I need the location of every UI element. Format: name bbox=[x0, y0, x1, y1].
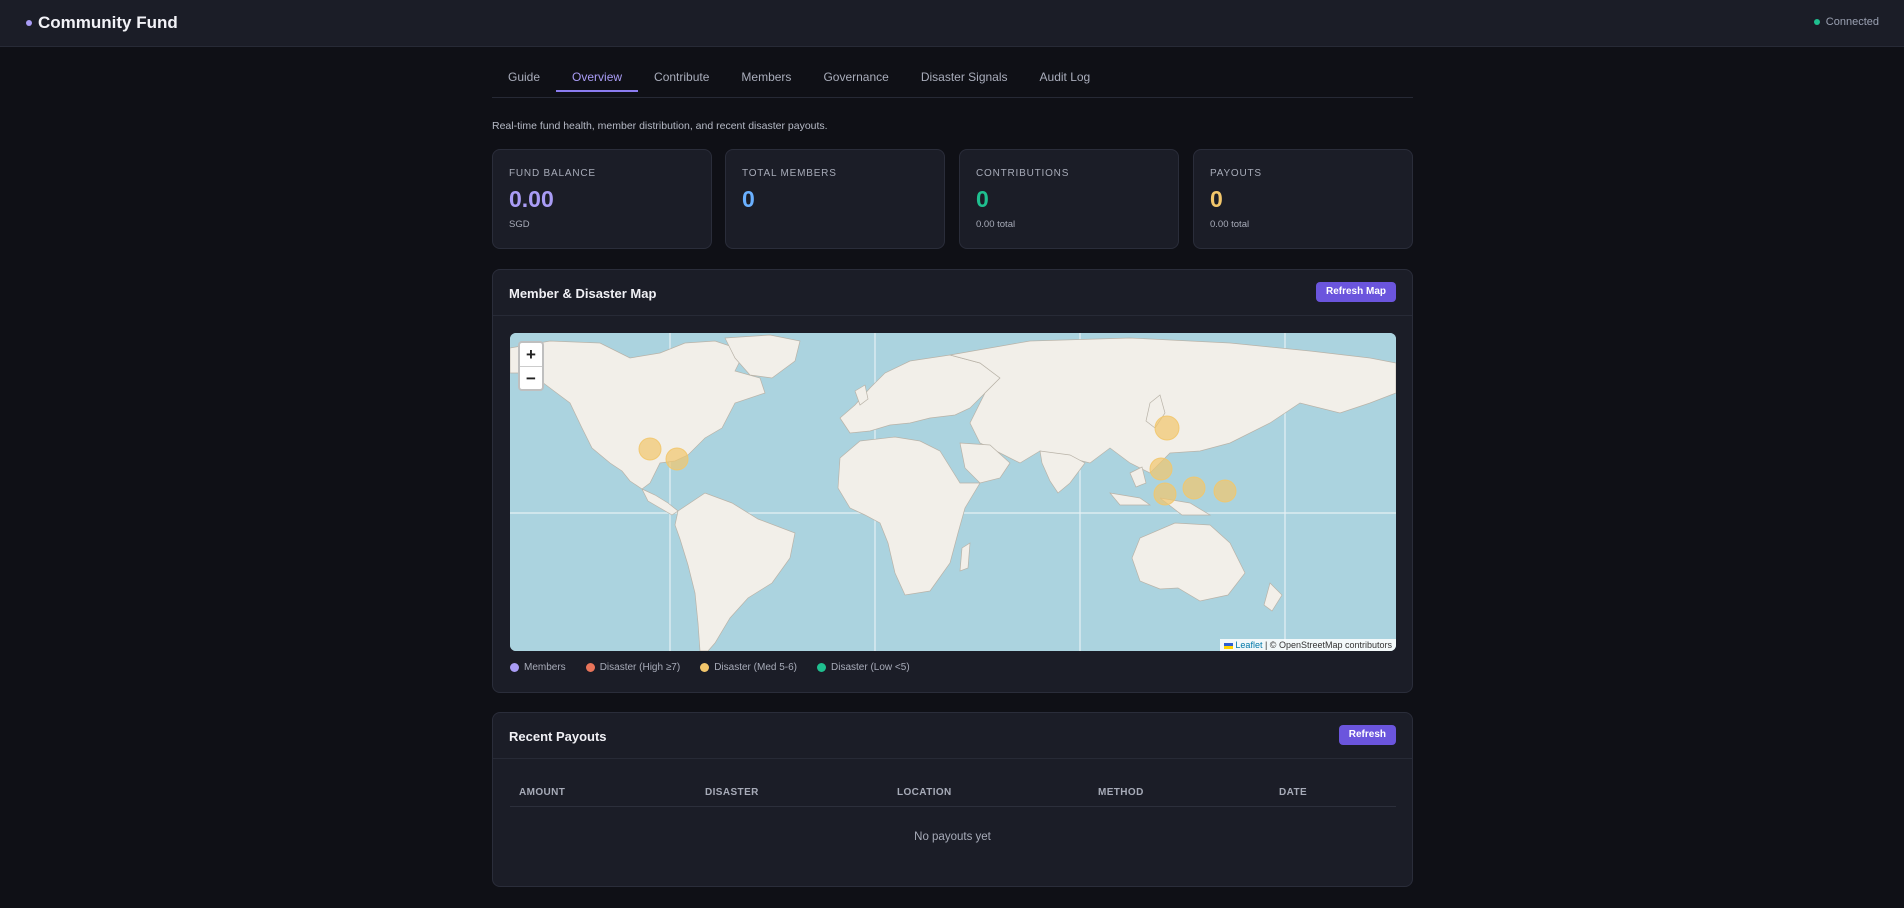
legend-item-med: Disaster (Med 5-6) bbox=[700, 662, 797, 673]
map-panel-header: Member & Disaster Map Refresh Map bbox=[493, 270, 1412, 316]
legend-dot-icon bbox=[585, 663, 595, 672]
page-subtitle: Real-time fund health, member distributi… bbox=[492, 120, 828, 132]
map-panel-title: Member & Disaster Map bbox=[509, 286, 657, 301]
map-legend: Members Disaster (High ≥7) Disaster (Med… bbox=[510, 662, 910, 673]
legend-label: Disaster (High ≥7) bbox=[599, 662, 681, 673]
stat-value: 0 bbox=[742, 186, 755, 212]
column-header-location: LOCATION bbox=[897, 787, 952, 798]
disaster-marker[interactable] bbox=[638, 437, 662, 461]
refresh-map-button[interactable]: Refresh Map bbox=[1315, 282, 1396, 302]
zoom-control: + − bbox=[518, 341, 544, 391]
legend-item-low: Disaster (Low <5) bbox=[817, 662, 910, 673]
column-header-disaster: DISASTER bbox=[705, 787, 759, 798]
status-text: Connected bbox=[1825, 16, 1879, 28]
tab-guide[interactable]: Guide bbox=[492, 60, 556, 92]
legend-label: Disaster (Low <5) bbox=[831, 662, 910, 673]
status-dot-icon bbox=[1813, 19, 1820, 25]
disaster-marker[interactable] bbox=[665, 447, 689, 471]
world-map[interactable]: + − Leaflet | © OpenStreetMap contributo… bbox=[510, 333, 1396, 651]
stat-card-total-members: TOTAL MEMBERS 0 bbox=[725, 149, 945, 249]
stat-value: 0.00 bbox=[509, 186, 554, 212]
disaster-marker[interactable] bbox=[1154, 415, 1180, 441]
disaster-marker[interactable] bbox=[1153, 482, 1177, 506]
stat-value: 0 bbox=[1210, 186, 1223, 212]
tab-contribute[interactable]: Contribute bbox=[638, 60, 725, 92]
payouts-table-header: AMOUNT DISASTER LOCATION METHOD DATE bbox=[510, 781, 1396, 807]
brand: Community Fund bbox=[26, 13, 178, 33]
disaster-marker[interactable] bbox=[1182, 476, 1206, 500]
tab-governance[interactable]: Governance bbox=[807, 60, 904, 92]
column-header-method: METHOD bbox=[1098, 787, 1144, 798]
legend-label: Disaster (Med 5-6) bbox=[714, 662, 798, 673]
payouts-panel: Recent Payouts Refresh AMOUNT DISASTER L… bbox=[492, 712, 1413, 887]
stat-label: TOTAL MEMBERS bbox=[742, 168, 837, 179]
stat-sub: 0.00 total bbox=[976, 219, 1016, 230]
connection-status: Connected bbox=[1813, 16, 1879, 28]
stat-card-fund-balance: FUND BALANCE 0.00 SGD bbox=[492, 149, 712, 249]
brand-dot-icon bbox=[26, 20, 32, 26]
stat-label: CONTRIBUTIONS bbox=[976, 168, 1070, 179]
disaster-marker[interactable] bbox=[1149, 457, 1173, 481]
top-bar: Community Fund Connected bbox=[0, 0, 1904, 47]
disaster-marker[interactable] bbox=[1213, 479, 1237, 503]
attribution-text: | © OpenStreetMap contributors bbox=[1264, 640, 1392, 650]
tab-members[interactable]: Members bbox=[725, 60, 807, 92]
stat-value: 0 bbox=[976, 186, 989, 212]
stat-label: FUND BALANCE bbox=[509, 168, 596, 179]
empty-state-text: No payouts yet bbox=[914, 831, 991, 843]
stat-sub: SGD bbox=[509, 219, 530, 230]
stat-card-contributions: CONTRIBUTIONS 0 0.00 total bbox=[959, 149, 1179, 249]
map-attribution: Leaflet | © OpenStreetMap contributors bbox=[1220, 639, 1396, 651]
ukraine-flag-icon bbox=[1224, 642, 1234, 649]
tab-overview[interactable]: Overview bbox=[556, 60, 639, 92]
map-panel: Member & Disaster Map Refresh Map + − Le… bbox=[492, 269, 1413, 693]
stat-label: PAYOUTS bbox=[1210, 168, 1262, 179]
legend-label: Members bbox=[524, 662, 566, 673]
refresh-payouts-button[interactable]: Refresh bbox=[1338, 725, 1396, 745]
tab-bar: Guide Overview Contribute Members Govern… bbox=[492, 60, 1413, 98]
legend-item-members: Members bbox=[510, 662, 566, 673]
payouts-panel-title: Recent Payouts bbox=[509, 729, 607, 744]
stat-card-payouts: PAYOUTS 0 0.00 total bbox=[1193, 149, 1413, 249]
map-canvas[interactable] bbox=[510, 333, 1396, 651]
column-header-date: DATE bbox=[1279, 787, 1308, 798]
tab-disaster-signals[interactable]: Disaster Signals bbox=[905, 60, 1024, 92]
leaflet-link[interactable]: Leaflet bbox=[1235, 640, 1262, 650]
app-title: Community Fund bbox=[38, 13, 178, 32]
stat-sub: 0.00 total bbox=[1210, 219, 1250, 230]
legend-dot-icon bbox=[817, 663, 827, 672]
zoom-in-button[interactable]: + bbox=[520, 343, 542, 366]
column-header-amount: AMOUNT bbox=[519, 787, 566, 798]
tab-audit-log[interactable]: Audit Log bbox=[1024, 60, 1107, 92]
payouts-panel-header: Recent Payouts Refresh bbox=[493, 713, 1412, 759]
legend-dot-icon bbox=[700, 663, 710, 672]
zoom-out-button[interactable]: − bbox=[520, 366, 542, 389]
legend-item-high: Disaster (High ≥7) bbox=[585, 662, 681, 673]
legend-dot-icon bbox=[510, 663, 519, 672]
